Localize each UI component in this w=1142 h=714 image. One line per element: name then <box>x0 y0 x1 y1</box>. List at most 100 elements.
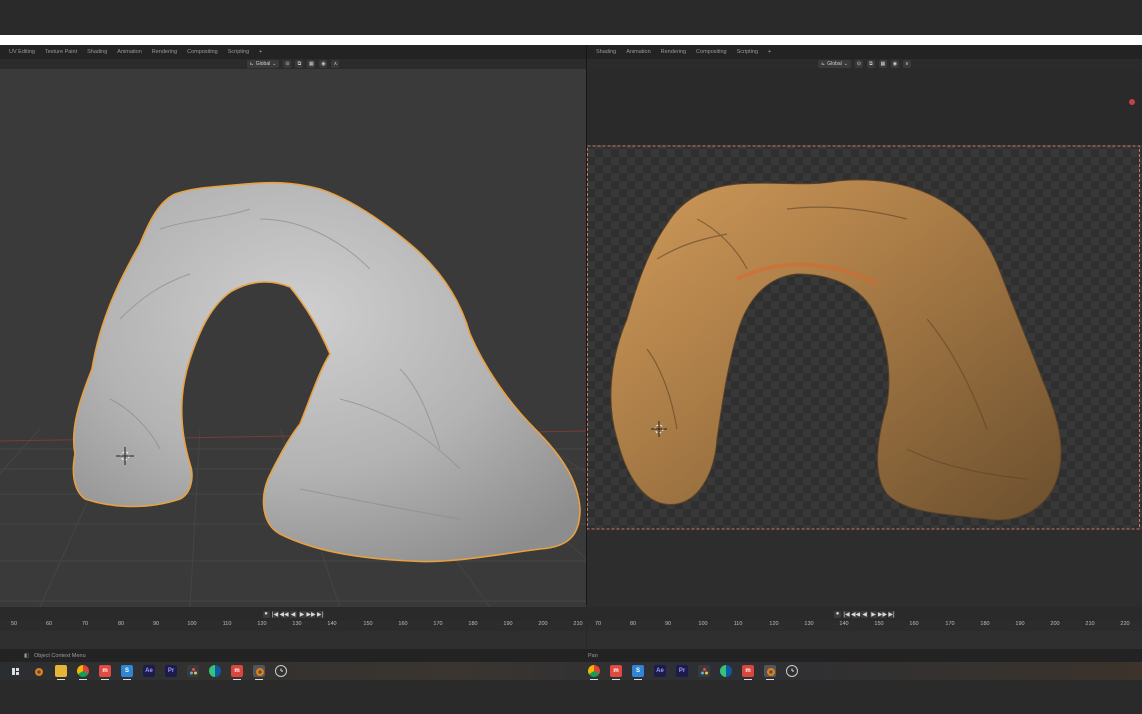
playback-controls-right: ● |◀ ◀◀ ◀ ▶ ▶▶ ▶| <box>587 607 1142 621</box>
file-explorer-icon[interactable] <box>55 665 67 680</box>
task-view-icon[interactable] <box>10 665 22 677</box>
premiere-icon[interactable]: Pr <box>676 665 688 677</box>
frame-tick: 70 <box>81 621 89 627</box>
tab-scripting[interactable]: Scripting <box>734 49 761 55</box>
frame-tick: 110 <box>222 621 232 627</box>
viewport-scene-left <box>0 181 586 607</box>
jump-start-button[interactable]: |◀ <box>271 610 279 618</box>
record-dot-icon <box>1129 99 1135 105</box>
tab-animation[interactable]: Animation <box>114 49 144 55</box>
tab-compositing[interactable]: Compositing <box>693 49 730 55</box>
transform-orientation-dropdown[interactable]: ⊾ Global ⌄ <box>818 60 851 68</box>
tab-scripting[interactable]: Scripting <box>225 49 252 55</box>
jump-start-button[interactable]: |◀ <box>843 610 850 618</box>
chrome-icon[interactable] <box>77 665 89 680</box>
falloff-icon[interactable]: ∧ <box>902 60 911 68</box>
blender-active-icon[interactable] <box>253 665 265 680</box>
mail-icon[interactable]: m <box>610 665 622 680</box>
frame-tick: 210 <box>1085 621 1095 627</box>
orientation-label: Global <box>255 61 271 67</box>
orientation-label: Global <box>827 61 842 67</box>
next-keyframe-button[interactable]: ▶▶ <box>878 610 887 618</box>
snap-target-icon[interactable]: ▦ <box>878 60 887 68</box>
frame-tick: 70 <box>594 621 602 627</box>
frame-tick: 190 <box>503 621 513 627</box>
chrome-icon[interactable] <box>588 665 600 680</box>
premiere-icon[interactable]: Pr <box>165 665 177 677</box>
timeline-track-right[interactable] <box>587 631 1142 650</box>
edge-icon[interactable] <box>720 665 732 677</box>
snap-icon[interactable]: ⧉ <box>866 60 875 68</box>
proportional-edit-icon[interactable]: ◉ <box>319 60 328 68</box>
prev-keyframe-button[interactable]: ◀◀ <box>851 610 860 618</box>
frame-tick: 100 <box>698 621 708 627</box>
add-workspace-button[interactable]: + <box>765 49 774 55</box>
news-icon[interactable]: m <box>231 665 243 680</box>
workspace-tabs-left: UV Editing Texture Paint Shading Animati… <box>0 45 586 59</box>
frame-tick: 50 <box>10 621 18 627</box>
chevron-down-icon: ⌄ <box>272 61 277 67</box>
frame-tick: 90 <box>664 621 672 627</box>
tab-rendering[interactable]: Rendering <box>149 49 180 55</box>
frame-tick: 160 <box>398 621 408 627</box>
timeline-track-left[interactable] <box>0 631 586 650</box>
after-effects-icon[interactable]: Ae <box>654 665 666 677</box>
transform-orientation-dropdown[interactable]: ⊾ Global ⌄ <box>246 60 280 68</box>
news-icon[interactable]: m <box>742 665 754 680</box>
timeline-ruler-right[interactable]: 70 80 90 100 110 120 130 140 150 160 170… <box>587 621 1142 631</box>
clay-arch-mesh[interactable] <box>72 181 581 563</box>
auto-keying-button[interactable]: ● <box>262 610 270 618</box>
prev-keyframe-button[interactable]: ◀◀ <box>279 610 289 618</box>
tab-animation[interactable]: Animation <box>623 49 653 55</box>
tab-rendering[interactable]: Rendering <box>658 49 689 55</box>
render-scene-right <box>587 69 1142 530</box>
clock-icon[interactable] <box>786 665 798 677</box>
status-hint-left: Object Context Menu <box>34 652 86 659</box>
tab-shading[interactable]: Shading <box>84 49 110 55</box>
add-workspace-button[interactable]: + <box>256 49 265 55</box>
store-icon[interactable]: S <box>632 665 644 680</box>
frame-tick: 190 <box>1015 621 1025 627</box>
frame-tick: 90 <box>152 621 160 627</box>
timeline-ruler-left[interactable]: 50 60 70 80 90 100 110 120 130 140 150 1… <box>0 621 586 631</box>
snap-icon[interactable]: ⧉ <box>295 60 304 68</box>
top-band <box>0 0 1142 35</box>
frame-tick: 200 <box>1050 621 1060 627</box>
snap-target-icon[interactable]: ▦ <box>307 60 316 68</box>
store-icon[interactable]: S <box>121 665 133 680</box>
blender-active-icon[interactable] <box>764 665 776 680</box>
tab-uv-editing[interactable]: UV Editing <box>6 49 38 55</box>
blender-icon[interactable] <box>32 665 44 677</box>
proportional-edit-icon[interactable]: ◉ <box>890 60 899 68</box>
mail-icon[interactable]: m <box>99 665 111 680</box>
viewport-left[interactable] <box>0 69 586 607</box>
viewport-header-right: ⊾ Global ⌄ ⊙ ⧉ ▦ ◉ ∧ <box>587 59 1142 69</box>
play-button[interactable]: ▶ <box>298 610 306 618</box>
tab-shading[interactable]: Shading <box>593 49 619 55</box>
edge-icon[interactable] <box>209 665 221 677</box>
play-reverse-button[interactable]: ◀ <box>289 610 297 618</box>
chevron-down-icon: ⌄ <box>843 61 848 67</box>
next-keyframe-button[interactable]: ▶▶ <box>306 610 316 618</box>
play-reverse-button[interactable]: ◀ <box>861 610 868 618</box>
play-button[interactable]: ▶ <box>870 610 877 618</box>
viewport-right-render[interactable] <box>587 69 1142 607</box>
pivot-icon[interactable]: ⊙ <box>854 60 863 68</box>
jump-end-button[interactable]: ▶| <box>316 610 324 618</box>
frame-tick: 220 <box>1120 621 1130 627</box>
davinci-icon[interactable] <box>187 665 199 677</box>
tab-texture-paint[interactable]: Texture Paint <box>42 49 80 55</box>
frame-tick: 80 <box>117 621 125 627</box>
clock-icon[interactable] <box>275 665 287 677</box>
falloff-icon[interactable]: ∧ <box>331 60 340 68</box>
viewport-header-left: ⊾ Global ⌄ ⊙ ⧉ ▦ ◉ ∧ <box>0 59 586 69</box>
davinci-icon[interactable] <box>698 665 710 677</box>
render-bg-top <box>587 69 1142 145</box>
jump-end-button[interactable]: ▶| <box>888 610 895 618</box>
pivot-icon[interactable]: ⊙ <box>283 60 292 68</box>
after-effects-icon[interactable]: Ae <box>143 665 155 677</box>
auto-keying-button[interactable]: ● <box>834 610 841 618</box>
tab-compositing[interactable]: Compositing <box>184 49 221 55</box>
frame-tick: 130 <box>292 621 302 627</box>
frame-tick: 110 <box>733 621 743 627</box>
